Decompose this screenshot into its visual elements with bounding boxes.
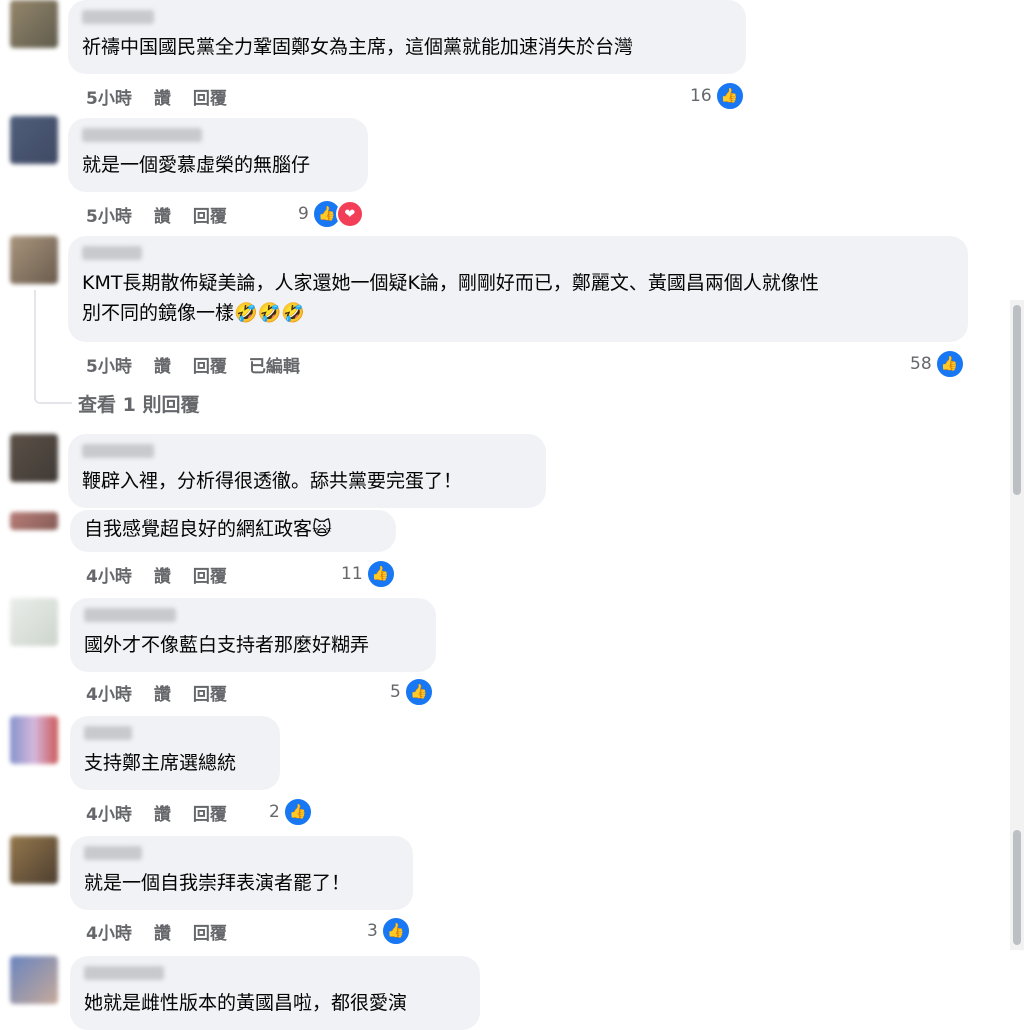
avatar[interactable] (10, 236, 58, 284)
like-reaction-icon: 👍 (403, 677, 434, 707)
comment-meta: 4小時 讚 回覆 (86, 919, 249, 944)
comment-bubble: 支持鄭主席選總統 (70, 716, 280, 790)
like-button[interactable]: 讚 (154, 680, 171, 705)
reaction-number: 5 (390, 682, 401, 702)
comment-text: 鞭辟入裡，分析得很透徹。舔共黨要完蛋了！ (82, 470, 463, 492)
comment-bubble: 鞭辟入裡，分析得很透徹。舔共黨要完蛋了！ (68, 434, 546, 508)
like-reaction-icon: 👍 (934, 349, 965, 379)
reaction-count[interactable]: 16 👍 (690, 81, 745, 111)
reply-button[interactable]: 回覆 (193, 352, 227, 377)
commenter-name[interactable] (84, 846, 142, 860)
commenter-name[interactable] (82, 246, 142, 260)
commenter-name[interactable] (82, 128, 202, 142)
reaction-count[interactable]: 5 👍 (390, 677, 434, 707)
like-reaction-icon: 👍 (282, 797, 313, 827)
comment-bubble: 祈禱中国國民黨全力鞏固鄭女為主席，這個黨就能加速消失於台灣 (68, 0, 746, 74)
avatar[interactable] (10, 512, 58, 530)
avatar[interactable] (10, 0, 58, 48)
comment-bubble: 國外才不像藍白支持者那麼好糊弄 (70, 598, 436, 672)
comment-time: 5小時 (86, 357, 132, 377)
reaction-number: 2 (269, 802, 280, 822)
comment-meta: 4小時 讚 回覆 (86, 800, 249, 825)
comment-meta: 5小時 讚 回覆 (86, 84, 249, 109)
edited-label: 已編輯 (248, 357, 300, 377)
comment-text: 自我感覺超良好的網紅政客🙀 (84, 518, 332, 540)
avatar[interactable] (10, 434, 58, 482)
thread-elbow (34, 398, 72, 404)
reply-button[interactable]: 回覆 (193, 202, 227, 227)
reply-button[interactable]: 回覆 (193, 84, 227, 109)
reaction-number: 16 (690, 86, 712, 106)
like-button[interactable]: 讚 (154, 800, 171, 825)
commenter-name[interactable] (84, 726, 132, 740)
reply-button[interactable]: 回覆 (193, 919, 227, 944)
scrollbar-thumb[interactable] (1013, 305, 1021, 495)
avatar[interactable] (10, 956, 58, 1004)
like-button[interactable]: 讚 (154, 84, 171, 109)
commenter-name[interactable] (82, 10, 154, 24)
comment-bubble: 她就是雌性版本的黃國昌啦，都很愛演 (70, 956, 480, 1030)
avatar[interactable] (10, 836, 58, 884)
thread-line (34, 290, 36, 400)
reply-button[interactable]: 回覆 (193, 680, 227, 705)
reaction-count[interactable]: 2 👍 (269, 797, 313, 827)
comment-text: 國外才不像藍白支持者那麼好糊弄 (84, 634, 370, 656)
like-button[interactable]: 讚 (154, 352, 171, 377)
comment-text: 就是一個愛慕虛榮的無腦仔 (82, 154, 311, 176)
comment-time: 5小時 (86, 89, 132, 109)
like-reaction-icon: 👍 (365, 559, 396, 589)
view-replies-link[interactable]: 查看 1 則回覆 (78, 390, 199, 417)
commenter-name[interactable] (82, 444, 154, 458)
comment-meta: 5小時 讚 回覆 (86, 202, 249, 227)
reaction-count[interactable]: 11 👍 (341, 559, 396, 589)
comment-meta: 4小時 讚 回覆 (86, 680, 249, 705)
avatar[interactable] (10, 716, 58, 764)
comment-bubble: 自我感覺超良好的網紅政客🙀 (70, 510, 396, 552)
like-button[interactable]: 讚 (154, 919, 171, 944)
comment-time: 4小時 (86, 685, 132, 705)
reaction-number: 3 (367, 921, 378, 941)
comment-time: 4小時 (86, 805, 132, 825)
commenter-name[interactable] (84, 608, 176, 622)
reaction-number: 9 (298, 204, 309, 224)
reaction-count[interactable]: 3 👍 (367, 916, 411, 946)
reaction-number: 58 (910, 354, 932, 374)
reply-button[interactable]: 回覆 (193, 800, 227, 825)
like-button[interactable]: 讚 (154, 202, 171, 227)
comment-text: 支持鄭主席選總統 (84, 752, 237, 774)
comment-bubble: 就是一個愛慕虛榮的無腦仔 (68, 118, 368, 192)
comment-meta: 4小時 讚 回覆 (86, 562, 249, 587)
comment-bubble: KMT長期散佈疑美論，人家還她一個疑K論，剛剛好而已，鄭麗文、黃國昌兩個人就像性… (68, 236, 968, 342)
reaction-count[interactable]: 58 👍 (910, 349, 965, 379)
comment-bubble: 就是一個自我崇拜表演者罷了！ (70, 836, 413, 910)
commenter-name[interactable] (84, 966, 164, 980)
like-reaction-icon: 👍 (714, 81, 745, 111)
scrollbar-thumb[interactable] (1013, 830, 1021, 945)
avatar[interactable] (10, 598, 58, 646)
comment-time: 4小時 (86, 924, 132, 944)
comment-text: KMT長期散佈疑美論，人家還她一個疑K論，剛剛好而已，鄭麗文、黃國昌兩個人就像性… (82, 272, 819, 324)
comment-text: 祈禱中国國民黨全力鞏固鄭女為主席，這個黨就能加速消失於台灣 (82, 36, 634, 58)
reply-button[interactable]: 回覆 (193, 562, 227, 587)
comment-text: 她就是雌性版本的黃國昌啦，都很愛演 (84, 992, 408, 1014)
avatar[interactable] (10, 116, 58, 164)
comment-time: 5小時 (86, 207, 132, 227)
reaction-number: 11 (341, 564, 363, 584)
reaction-count[interactable]: 9 👍 ❤ (298, 199, 364, 229)
like-button[interactable]: 讚 (154, 562, 171, 587)
love-reaction-icon: ❤ (335, 200, 364, 228)
comment-time: 4小時 (86, 567, 132, 587)
like-reaction-icon: 👍 (380, 916, 411, 946)
comment-text: 就是一個自我崇拜表演者罷了！ (84, 872, 351, 894)
comment-meta: 5小時 讚 回覆 已編輯 (86, 352, 322, 377)
